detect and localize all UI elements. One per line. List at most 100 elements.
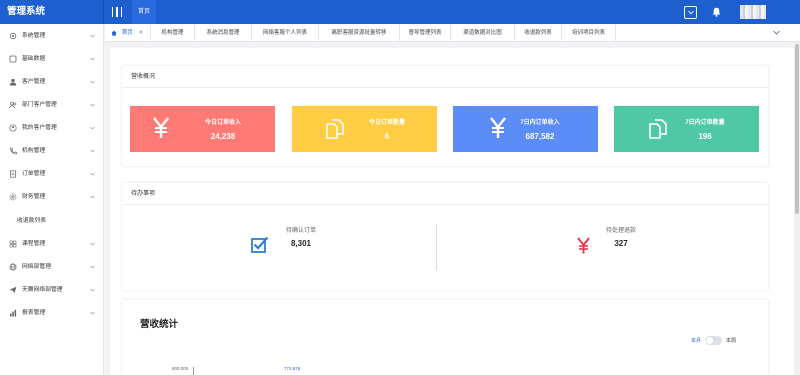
todo-value: 8,301 (290, 239, 312, 248)
tab-channel-compare[interactable]: 渠道数据对比图 (451, 24, 515, 42)
sidebar-item-customers[interactable]: 客户管理 (0, 71, 104, 94)
stat-label: 7日内订单收入 (520, 120, 560, 126)
tab-training-projects[interactable]: 培训项目列表 (562, 24, 616, 42)
sidebar-item-label: 网络部管理 (22, 264, 51, 270)
tab-label: 督导管理列表 (408, 30, 442, 36)
stat-7day-orders[interactable]: 7日内订单数量 196 (614, 106, 759, 152)
todo-label: 待确认订单 (285, 228, 316, 234)
chevron-down-icon (90, 265, 95, 269)
sidebar-item-label: 财务管理 (22, 194, 46, 200)
sidebar-item-my-customers[interactable]: 我的客户管理 (0, 117, 104, 140)
sidebar-item-label: 天舞网络部管理 (22, 287, 63, 293)
globe-icon (9, 263, 17, 271)
chevron-up-icon (90, 195, 95, 199)
sidebar-item-label: 机构管理 (22, 148, 46, 154)
dropdown-button[interactable] (684, 6, 697, 19)
header-home-link[interactable]: 首页 (132, 0, 157, 24)
sidebar-item-orders[interactable]: 订单管理 (0, 163, 104, 186)
sidebar-item-basic-data[interactable]: 基础数据 (0, 48, 104, 71)
sidebar-item-tianwu-network[interactable]: 天舞网络部管理 (0, 279, 104, 302)
revenue-stats-card (122, 300, 768, 375)
sidebar-item-label: 客户管理 (22, 79, 46, 85)
stat-label: 今日订单收入 (204, 120, 241, 126)
revenue-stats-title: 营收统计 (140, 319, 179, 330)
page-scrollbar[interactable] (794, 42, 800, 375)
sidebar-item-label: 系统管理 (22, 33, 46, 39)
tab-label: 系统消息管理 (206, 30, 240, 36)
chevron-down-icon[interactable] (773, 30, 780, 35)
todo-card: 待办事项 (122, 183, 768, 290)
todo-pending-refunds[interactable]: 待处理退款 327 (596, 225, 646, 248)
chevron-down-icon (90, 288, 95, 292)
database-icon (9, 55, 17, 63)
sidebar-item-dept-customers[interactable]: 部门客户管理 (0, 94, 104, 117)
stat-label: 今日订单数量 (368, 120, 405, 126)
checkbox-icon (251, 236, 269, 253)
bar-value-label: 771,676 (284, 366, 301, 371)
tab-supervisors[interactable]: 督导管理列表 (400, 24, 451, 42)
top-bar: 管理系统 首页 (0, 0, 800, 24)
tab-system-messages[interactable]: 系统消息管理 (195, 24, 252, 42)
sidebar-item-label: 收退款列表 (17, 218, 46, 224)
stat-7day-revenue[interactable]: 7日内订单收入 687,582 (453, 106, 598, 152)
todo-pending-orders[interactable]: 待确认订单 8,301 (276, 225, 326, 248)
document-icon (10, 170, 16, 178)
copy-icon (326, 119, 344, 139)
tab-label: 培训项目列表 (571, 30, 605, 36)
tab-home[interactable]: 首页 ✕ (105, 24, 151, 42)
sidebar-item-label: 订单管理 (22, 171, 46, 177)
person-circle-icon (9, 124, 17, 132)
close-icon[interactable]: ✕ (138, 30, 143, 36)
sidebar-item-finance[interactable]: 财务管理 (0, 186, 104, 209)
yen-icon (490, 117, 506, 138)
user-avatar[interactable] (740, 5, 766, 19)
todo-value: 327 (614, 239, 628, 248)
sidebar-item-label: 报表管理 (22, 310, 46, 316)
bell-icon[interactable] (712, 7, 721, 17)
stat-value: 196 (698, 132, 712, 141)
sidebar-item-reports[interactable]: 报表管理 (0, 302, 104, 325)
chevron-down-icon (90, 149, 95, 153)
stat-value: 6 (384, 132, 390, 141)
stat-today-orders[interactable]: 今日订单数量 6 (292, 106, 437, 152)
sidebar-item-courses[interactable]: 课程管理 (0, 233, 104, 256)
sidebar-item-network-dept[interactable]: 网络部管理 (0, 256, 104, 279)
sidebar: 系统管理 基础数据 客户管理 部门客户管理 我的客户管理 机构管理 订单管理 财… (0, 24, 104, 375)
tab-refund-list[interactable]: 收退款列表 (515, 24, 562, 42)
phone-icon (10, 147, 17, 155)
sidebar-item-system[interactable]: 系统管理 (0, 25, 104, 48)
period-toggle: 本月 本周 (691, 336, 736, 345)
stat-today-revenue[interactable]: 今日订单收入 24,238 (130, 106, 275, 152)
home-icon (111, 30, 117, 36)
tab-institutions[interactable]: 机构管理 (151, 24, 195, 42)
gear-icon (9, 32, 17, 40)
y-axis-tick: 900,000 (172, 366, 189, 371)
menu-toggle-icon[interactable] (112, 7, 122, 17)
chevron-down-icon (90, 311, 95, 315)
stat-value: 687,582 (525, 132, 555, 141)
sidebar-item-institutions[interactable]: 机构管理 (0, 140, 104, 163)
chevron-down-icon (90, 172, 95, 176)
bar-chart-icon (10, 309, 17, 317)
yen-icon (577, 237, 590, 254)
period-switch[interactable] (705, 336, 723, 345)
toggle-right-label[interactable]: 本周 (726, 337, 736, 344)
tab-label: 网络客服个人列表 (262, 30, 307, 36)
settings-icon (9, 193, 17, 201)
sidebar-subitem-refund-list[interactable]: 收退款列表 (0, 210, 104, 233)
chevron-down-icon (90, 34, 95, 38)
card-title: 待办事项 (122, 183, 768, 205)
users-icon (9, 101, 17, 109)
sidebar-item-label: 基础数据 (22, 56, 46, 62)
tab-label: 渠道数据对比图 (463, 30, 502, 36)
scrollbar-thumb[interactable] (795, 44, 799, 214)
divider (436, 224, 437, 270)
toggle-left-label[interactable]: 本月 (691, 337, 701, 344)
app-title: 管理系统 (0, 0, 104, 24)
y-axis-line (193, 367, 194, 375)
tab-resource-transfer[interactable]: 离职客服资源批量转移 (319, 24, 400, 42)
todo-label: 待处理退款 (605, 228, 636, 234)
grid-icon (9, 240, 17, 248)
chevron-down-icon (90, 242, 95, 246)
tab-network-staff[interactable]: 网络客服个人列表 (252, 24, 319, 42)
